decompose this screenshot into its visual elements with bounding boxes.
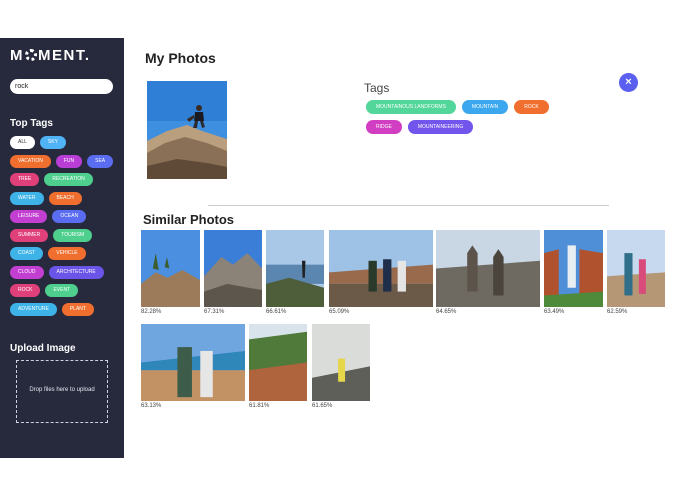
similar-photo-thumbnail[interactable]: [544, 230, 603, 307]
similar-photo-image: [141, 230, 200, 307]
photo-tag-mountaineering-pill[interactable]: MOUNTAINEERING: [407, 120, 474, 134]
tag-row: SUMMER TOURISM: [10, 228, 118, 248]
similar-photo-image: [544, 230, 603, 307]
tag-vehicle-pill[interactable]: VEHICLE: [48, 247, 86, 260]
tag-coast-pill[interactable]: COAST: [10, 247, 44, 260]
similar-photo-thumbnail[interactable]: [141, 230, 200, 307]
tag-recreation-pill[interactable]: RECREATION: [44, 173, 93, 186]
tag-vacation-pill[interactable]: VACATION: [10, 154, 51, 168]
top-tags-heading: Top Tags: [10, 118, 53, 129]
tag-plant-pill[interactable]: PLANT: [61, 302, 94, 316]
similar-photo-thumbnail[interactable]: [141, 324, 245, 401]
tag-all-pill[interactable]: ALL: [10, 136, 35, 149]
similarity-score: 63.13%: [141, 403, 162, 409]
similar-photo-thumbnail[interactable]: [312, 324, 370, 401]
photo-tag-ridge-pill[interactable]: RIDGE: [366, 120, 402, 134]
tag-summer-pill[interactable]: SUMMER: [10, 228, 49, 242]
selected-photo[interactable]: [147, 81, 227, 179]
page-title: My Photos: [145, 50, 216, 66]
similar-photo-image: [607, 230, 665, 307]
tag-ocean-pill[interactable]: OCEAN: [52, 210, 87, 223]
tags-heading: Tags: [364, 81, 390, 95]
tag-event-pill[interactable]: EVENT: [45, 284, 79, 297]
tag-row: ROCK EVENT: [10, 284, 118, 303]
photo-tag-row: MOUNTAINOUS LANDFORMS MOUNTAIN ROCK: [366, 100, 596, 120]
tag-row: VACATION FUN SEA: [10, 154, 118, 174]
similar-photo-image: [329, 230, 433, 307]
similarity-score: 82.28%: [141, 309, 162, 315]
logo-text-left: M: [10, 47, 24, 64]
sidebar: M MENT. Top Tags ALL SKY VACATION FUN SEA TREE…: [0, 38, 124, 458]
similarity-score: 67.31%: [204, 309, 225, 315]
tag-row: TREE RECREATION: [10, 173, 118, 192]
app-logo[interactable]: M MENT.: [10, 47, 91, 64]
similar-photo-image: [141, 324, 245, 401]
dropzone-text: Drop files here to upload: [29, 387, 95, 393]
similarity-score: 61.65%: [312, 403, 333, 409]
tag-tree-pill[interactable]: TREE: [10, 173, 40, 186]
tag-leisure-pill[interactable]: LEISURE: [10, 210, 48, 223]
selected-photo-image: [147, 81, 227, 179]
similarity-score: 65.09%: [329, 309, 350, 315]
tag-sea-pill[interactable]: SEA: [87, 154, 114, 168]
similar-photo-image: [204, 230, 262, 307]
similar-photo-thumbnail[interactable]: [436, 230, 540, 307]
tag-water-pill[interactable]: WATER: [10, 191, 44, 205]
tag-cloud-pill[interactable]: CLOUD: [10, 265, 44, 279]
similar-photo-thumbnail[interactable]: [607, 230, 665, 307]
tag-tourism-pill[interactable]: TOURISM: [53, 228, 93, 242]
photo-tag-rock-pill[interactable]: ROCK: [514, 100, 549, 114]
similar-photo-thumbnail[interactable]: [329, 230, 433, 307]
tag-rock-pill[interactable]: ROCK: [10, 284, 41, 297]
similar-photo-thumbnail[interactable]: [204, 230, 262, 307]
close-button[interactable]: ×: [619, 73, 638, 92]
similar-photo-image: [436, 230, 540, 307]
close-icon: ×: [625, 76, 632, 88]
similar-photo-thumbnail[interactable]: [266, 230, 324, 307]
similarity-score: 61.81%: [249, 403, 270, 409]
photo-tag-row: RIDGE MOUNTAINEERING: [366, 120, 596, 140]
tag-row: CLOUD ARCHITECTURE: [10, 265, 118, 285]
tag-adventure-pill[interactable]: ADVENTURE: [10, 302, 57, 316]
similar-photo-image: [266, 230, 324, 307]
upload-dropzone[interactable]: Drop files here to upload: [16, 360, 108, 423]
tag-beach-pill[interactable]: BEACH: [48, 191, 82, 205]
search-input[interactable]: [10, 79, 113, 94]
tag-row: ALL SKY: [10, 136, 118, 155]
similar-photos-heading: Similar Photos: [143, 212, 235, 227]
photo-tag-mountain-pill[interactable]: MOUNTAIN: [461, 100, 509, 114]
similarity-score: 64.65%: [436, 309, 457, 315]
similar-photo-image: [312, 324, 370, 401]
tag-sky-pill[interactable]: SKY: [39, 136, 66, 149]
similarity-score: 63.49%: [544, 309, 565, 315]
tag-row: ADVENTURE PLANT: [10, 302, 118, 322]
tag-row: WATER BEACH: [10, 191, 118, 211]
section-divider: [208, 205, 609, 206]
top-tags-list: ALL SKY VACATION FUN SEA TREE RECREATION WATER B…: [10, 136, 118, 321]
logo-flower-icon: [25, 49, 37, 61]
similar-photo-thumbnail[interactable]: [249, 324, 307, 401]
similarity-score: 62.59%: [607, 309, 628, 315]
tag-architecture-pill[interactable]: ARCHITECTURE: [48, 265, 104, 279]
similar-photo-image: [249, 324, 307, 401]
upload-image-heading: Upload Image: [10, 343, 76, 354]
tag-row: LEISURE OCEAN: [10, 210, 118, 229]
similarity-score: 66.61%: [266, 309, 287, 315]
tag-fun-pill[interactable]: FUN: [55, 154, 83, 168]
logo-text-right: MENT.: [38, 47, 91, 64]
photo-tags-list: MOUNTAINOUS LANDFORMS MOUNTAIN ROCK RIDGE MO…: [366, 100, 596, 140]
tag-row: COAST VEHICLE: [10, 247, 118, 266]
photo-tag-mountainous-landforms-pill[interactable]: MOUNTAINOUS LANDFORMS: [366, 100, 456, 114]
